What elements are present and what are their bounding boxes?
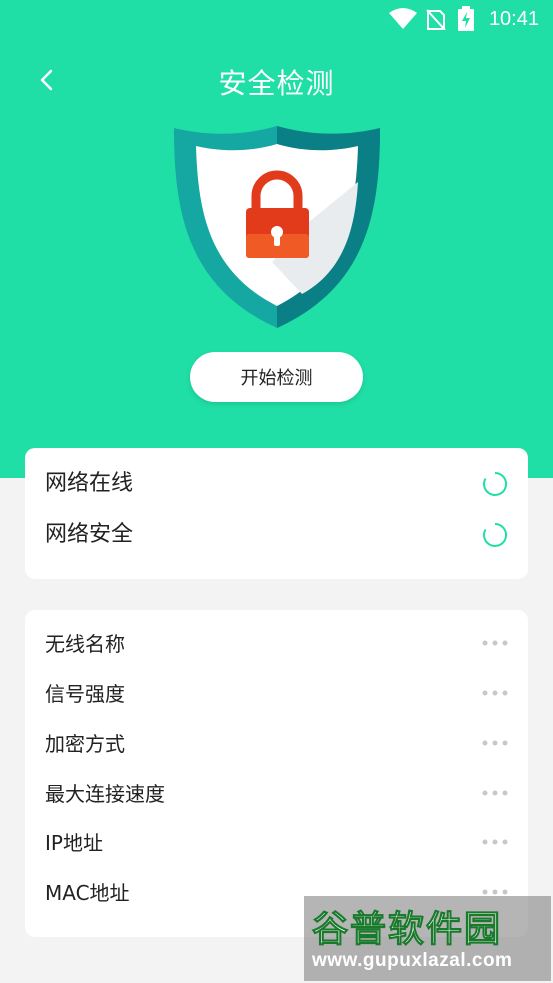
watermark-name: 谷普软件园 — [311, 909, 503, 951]
status-label: 网络安全 — [45, 522, 134, 547]
info-row-wifi-name: 无线名称 — [25, 619, 528, 669]
page-title: 安全检测 — [218, 67, 335, 100]
info-label: 无线名称 — [45, 632, 125, 656]
wifi-info-card: 无线名称 信号强度 加密方式 最大连接速度 IP地址 MAC地址 — [25, 610, 528, 937]
info-label: 加密方式 — [45, 732, 125, 756]
no-sim-icon — [426, 9, 446, 30]
status-row-network-online: 网络在线 — [25, 459, 528, 509]
info-row-ip-address: IP地址 — [25, 818, 528, 868]
info-label: MAC地址 — [45, 881, 130, 905]
info-row-encryption: 加密方式 — [25, 719, 528, 769]
more-dots-icon — [482, 640, 508, 646]
more-dots-icon — [482, 790, 508, 796]
status-bar: 10:41 — [0, 0, 553, 40]
more-dots-icon — [482, 740, 508, 746]
spinner-icon — [483, 472, 507, 496]
info-label: 最大连接速度 — [45, 782, 165, 806]
spinner-icon — [483, 523, 507, 547]
info-label: IP地址 — [45, 831, 103, 855]
battery-charging-icon — [458, 6, 474, 31]
status-label: 网络在线 — [45, 471, 134, 496]
status-check-card: 网络在线 网络安全 — [25, 448, 528, 579]
shield-lock-icon — [174, 126, 380, 328]
more-dots-icon — [482, 839, 508, 845]
start-scan-button[interactable]: 开始检测 — [190, 352, 363, 402]
info-label: 信号强度 — [45, 682, 125, 706]
info-row-max-speed: 最大连接速度 — [25, 769, 528, 819]
status-time: 10:41 — [488, 8, 539, 30]
wifi-icon — [389, 8, 417, 29]
nav-bar: 安全检测 — [0, 56, 553, 106]
more-dots-icon — [482, 690, 508, 696]
watermark: 谷普软件园 www.gupuxlazal.com — [304, 896, 551, 981]
status-row-network-security: 网络安全 — [25, 510, 528, 560]
watermark-url: www.gupuxlazal.com — [312, 950, 513, 971]
info-row-signal-strength: 信号强度 — [25, 669, 528, 719]
more-dots-icon — [482, 889, 508, 895]
